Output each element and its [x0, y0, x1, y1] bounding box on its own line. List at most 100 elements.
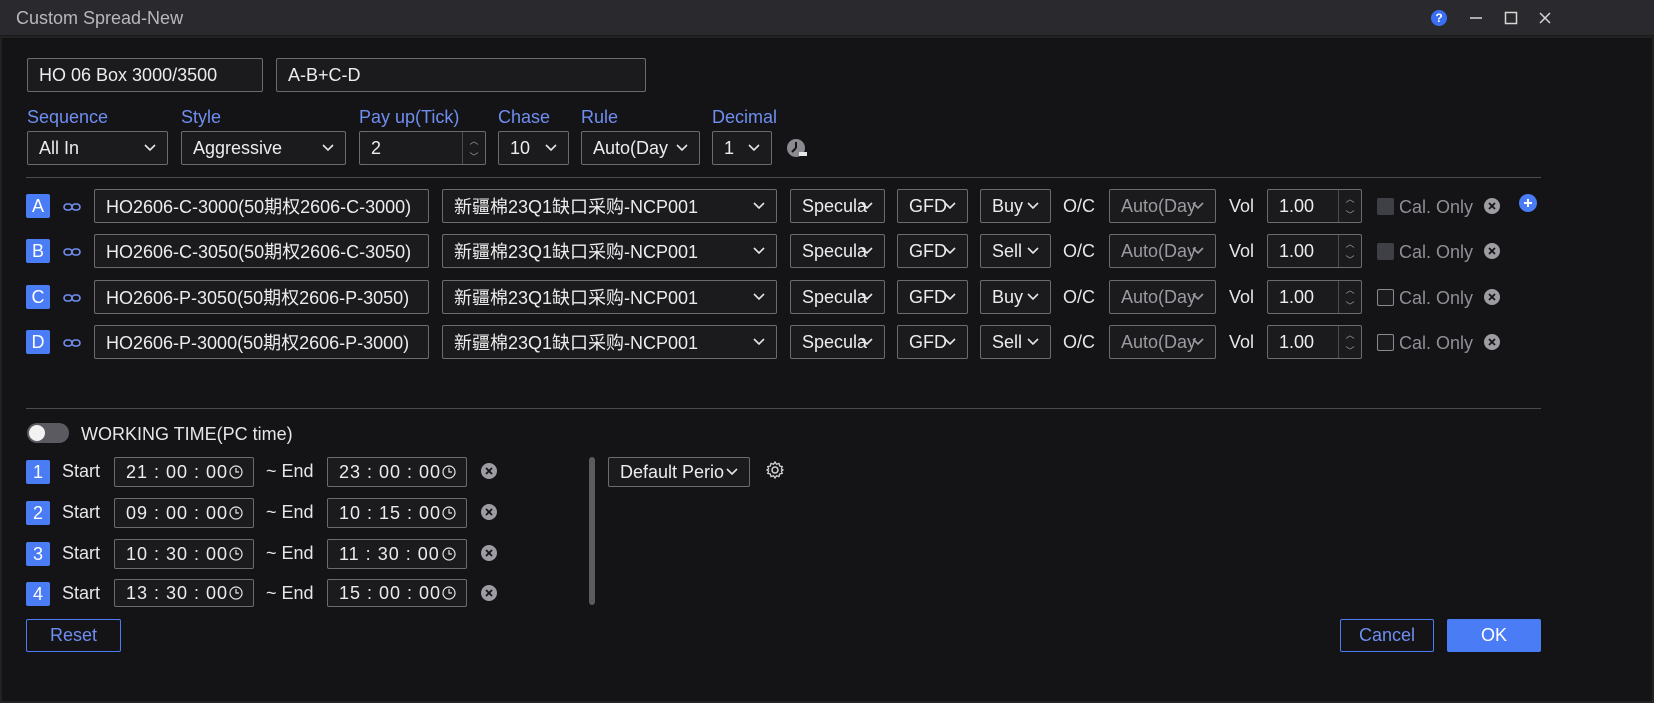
leg-b-cal-only-checkbox[interactable]	[1377, 243, 1394, 260]
link-icon[interactable]	[63, 335, 81, 353]
clock-icon[interactable]	[440, 584, 458, 602]
start-label: Start	[62, 543, 101, 563]
help-button[interactable]: ?	[1425, 6, 1453, 30]
minimize-button[interactable]	[1462, 6, 1490, 30]
clock-icon[interactable]	[440, 463, 458, 481]
leg-d-contract-input[interactable]: HO2606-P-3000(50期权2606-P-3000)	[94, 325, 429, 359]
leg-a-tif-select[interactable]: GFD	[897, 189, 968, 223]
period-2-start-input[interactable]: 09 : 00 : 00	[114, 498, 254, 528]
leg-d-vol-stepper[interactable]: 1.00 ︿ ﹀	[1267, 325, 1362, 359]
stepper-arrows[interactable]: ︿ ﹀	[1338, 281, 1361, 313]
period-1-start-input[interactable]: 21 : 00 : 00	[114, 457, 254, 487]
chevron-up-icon[interactable]: ︿	[1345, 192, 1354, 205]
chevron-up-icon[interactable]: ︿	[1345, 283, 1354, 296]
leg-c-contract-input[interactable]: HO2606-P-3050(50期权2606-P-3050)	[94, 280, 429, 314]
period-2-end-input[interactable]: 10 : 15 : 00	[327, 498, 467, 528]
leg-c-side-select[interactable]: Buy	[980, 280, 1051, 314]
leg-b-contract-input[interactable]: HO2606-C-3050(50期权2606-C-3050)	[94, 234, 429, 268]
chase-select[interactable]: 10	[498, 131, 569, 165]
chevron-down-icon[interactable]: ﹀	[1345, 344, 1354, 357]
leg-d-account-select[interactable]: 新疆棉23Q1缺口采购-NCP001	[442, 325, 777, 359]
sequence-select[interactable]: All In	[27, 131, 168, 165]
maximize-button[interactable]	[1497, 6, 1525, 30]
clock-icon[interactable]	[440, 545, 458, 563]
leg-c-oc-select[interactable]: Auto(Day	[1109, 280, 1216, 314]
cancel-button[interactable]: Cancel	[1340, 619, 1434, 652]
leg-c-vol-stepper[interactable]: 1.00 ︿ ﹀	[1267, 280, 1362, 314]
remove-leg-icon[interactable]	[1484, 289, 1500, 305]
leg-b-account-select[interactable]: 新疆棉23Q1缺口采购-NCP001	[442, 234, 777, 268]
chevron-up-icon[interactable]: ︿	[469, 134, 478, 147]
leg-c-cal-only-checkbox[interactable]	[1377, 289, 1394, 306]
period-4-end-input[interactable]: 15 : 00 : 00	[327, 579, 467, 607]
link-icon[interactable]	[63, 199, 81, 217]
period-preset-select[interactable]: Default Perio	[608, 457, 750, 487]
leg-a-oc-select[interactable]: Auto(Day	[1109, 189, 1216, 223]
link-icon[interactable]	[63, 290, 81, 308]
chevron-down-icon[interactable]: ﹀	[1345, 299, 1354, 312]
gear-icon[interactable]	[765, 460, 785, 480]
leg-c-tif-select[interactable]: GFD	[897, 280, 968, 314]
leg-b-side-select[interactable]: Sell	[980, 234, 1051, 268]
period-4-start-input[interactable]: 13 : 30 : 00	[114, 579, 254, 607]
leg-c-hedge-select[interactable]: Specula	[790, 280, 885, 314]
leg-d-oc-select[interactable]: Auto(Day	[1109, 325, 1216, 359]
remove-leg-icon[interactable]	[1484, 334, 1500, 350]
ok-button[interactable]: OK	[1447, 619, 1541, 652]
remove-period-icon[interactable]	[481, 504, 497, 520]
vol-label: Vol	[1229, 196, 1255, 216]
leg-d-cal-only-checkbox[interactable]	[1377, 334, 1394, 351]
clock-icon[interactable]	[227, 545, 245, 563]
remove-leg-icon[interactable]	[1484, 198, 1500, 214]
add-leg-icon[interactable]	[1519, 194, 1537, 212]
leg-a-side-select[interactable]: Buy	[980, 189, 1051, 223]
period-3-end-input[interactable]: 11 : 30 : 00	[327, 539, 467, 569]
periods-scrollbar[interactable]	[589, 457, 595, 605]
leg-c-account-select[interactable]: 新疆棉23Q1缺口采购-NCP001	[442, 280, 777, 314]
rule-select[interactable]: Auto(Day	[581, 131, 700, 165]
remove-period-icon[interactable]	[481, 545, 497, 561]
leg-a-vol-stepper[interactable]: 1.00 ︿ ﹀	[1267, 189, 1362, 223]
leg-b-vol-stepper[interactable]: 1.00 ︿ ﹀	[1267, 234, 1362, 268]
leg-d-side-select[interactable]: Sell	[980, 325, 1051, 359]
clock-icon[interactable]	[227, 504, 245, 522]
clock-icon[interactable]	[227, 463, 245, 481]
working-time-toggle[interactable]	[27, 423, 69, 443]
leg-a-hedge-select[interactable]: Specula	[790, 189, 885, 223]
chevron-up-icon[interactable]: ︿	[1345, 237, 1354, 250]
remove-period-icon[interactable]	[481, 585, 497, 601]
remove-period-icon[interactable]	[481, 463, 497, 479]
spread-name-input[interactable]: HO 06 Box 3000/3500	[27, 58, 263, 92]
period-1-end-input[interactable]: 23 : 00 : 00	[327, 457, 467, 487]
help-icon: ?	[1431, 10, 1447, 26]
leg-b-hedge-select[interactable]: Specula	[790, 234, 885, 268]
clock-icon[interactable]	[227, 584, 245, 602]
chevron-down-icon[interactable]: ﹀	[469, 150, 478, 163]
leg-d-hedge-select[interactable]: Specula	[790, 325, 885, 359]
stepper-arrows[interactable]: ︿ ﹀	[1338, 235, 1361, 267]
decimal-select[interactable]: 1	[712, 131, 772, 165]
remove-leg-icon[interactable]	[1484, 243, 1500, 259]
leg-b-tif-select[interactable]: GFD	[897, 234, 968, 268]
leg-b-oc-select[interactable]: Auto(Day	[1109, 234, 1216, 268]
chevron-up-icon[interactable]: ︿	[1345, 328, 1354, 341]
style-select[interactable]: Aggressive	[181, 131, 346, 165]
clock-icon[interactable]	[440, 504, 458, 522]
payup-stepper[interactable]: 2 ︿ ﹀	[359, 131, 486, 165]
stepper-arrows[interactable]: ︿ ﹀	[1338, 190, 1361, 222]
leg-d-tif-select[interactable]: GFD	[897, 325, 968, 359]
stepper-arrows[interactable]: ︿ ﹀	[462, 132, 485, 164]
leg-a-cal-only-checkbox[interactable]	[1377, 198, 1394, 215]
formula-input[interactable]: A-B+C-D	[276, 58, 646, 92]
reset-button[interactable]: Reset	[26, 619, 121, 652]
leg-a-contract-input[interactable]: HO2606-C-3000(50期权2606-C-3000)	[94, 189, 429, 223]
period-2-start-value: 09 : 00 : 00	[126, 502, 229, 523]
clock-settings-icon[interactable]	[786, 138, 808, 160]
link-icon[interactable]	[63, 244, 81, 262]
close-button[interactable]	[1531, 6, 1559, 30]
stepper-arrows[interactable]: ︿ ﹀	[1338, 326, 1361, 358]
leg-a-account-select[interactable]: 新疆棉23Q1缺口采购-NCP001	[442, 189, 777, 223]
period-3-start-input[interactable]: 10 : 30 : 00	[114, 539, 254, 569]
chevron-down-icon[interactable]: ﹀	[1345, 208, 1354, 221]
chevron-down-icon[interactable]: ﹀	[1345, 253, 1354, 266]
